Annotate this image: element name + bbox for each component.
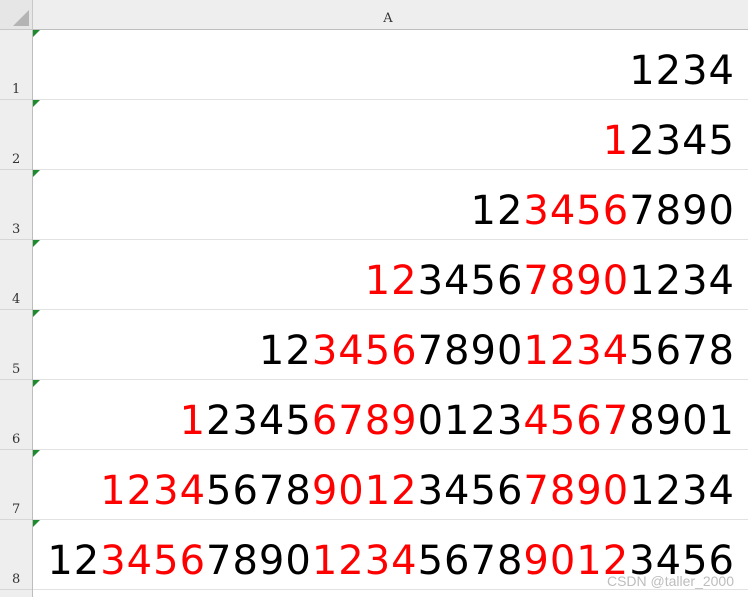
row-header-label: 1 [12,82,21,97]
cell-text-segment: 0123 [417,398,524,444]
cell-value: 123456789012345678901 [180,401,735,441]
row-header-label: 3 [12,222,21,237]
cell-a4[interactable]: 12345678901234 [33,240,748,310]
cell-text-segment: 4567 [523,398,630,444]
cell-text-segment: 8901 [629,398,735,444]
text-format-indicator-icon [33,450,40,457]
cell-text-segment: 3456 [417,258,524,304]
cell-text-segment: 1234 [629,258,735,304]
cell-grid: 1234 12345 1234567890 12345678901234 1234567… [33,30,748,597]
cell-text-segment: 6789 [311,398,418,444]
text-format-indicator-icon [33,170,40,177]
cell-text-segment: 12 [47,538,101,584]
row-header-6[interactable]: 6 [0,380,32,450]
row-header-2[interactable]: 2 [0,100,32,170]
text-format-indicator-icon [33,30,40,37]
cell-text-segment: 9012 [311,468,418,514]
row-header-8[interactable]: 8 [0,520,32,590]
cell-text-segment: 7890 [206,538,312,584]
cell-text-segment: 12 [258,328,312,374]
row-header-4[interactable]: 4 [0,240,32,310]
cell-text-segment: 1234 [629,48,735,94]
cell-text-segment: 1234 [100,468,207,514]
text-format-indicator-icon [33,310,40,317]
text-format-indicator-icon [33,380,40,387]
select-all-button[interactable] [0,0,33,30]
cell-text-segment: 3456 [417,468,524,514]
cell-text-segment: 1234 [523,328,630,374]
cell-value: 123456789012345678 [259,331,735,371]
cell-a7[interactable]: 123456789012345678901234 [33,450,748,520]
cell-value: 12345 [603,121,735,161]
watermark-text: CSDN @taller_2000 [606,573,734,589]
cell-text-segment: 2345 [206,398,312,444]
row-header-label: 6 [12,432,21,447]
row-header-7[interactable]: 7 [0,450,32,520]
cell-a2[interactable]: 12345 [33,100,748,170]
row-header-label: 4 [12,292,21,307]
row-header-label: 5 [12,362,21,377]
cell-a3[interactable]: 1234567890 [33,170,748,240]
cell-value: 1234 [629,51,735,91]
row-header-3[interactable]: 3 [0,170,32,240]
text-format-indicator-icon [33,240,40,247]
cell-text-segment: 7890 [523,258,630,304]
cell-text-segment: 12 [364,258,418,304]
text-format-indicator-icon [33,520,40,527]
cell-a5[interactable]: 123456789012345678 [33,310,748,380]
cell-text-segment: 5678 [629,328,735,374]
cell-text-segment: 7890 [417,328,524,374]
cell-text-segment: 5678 [417,538,524,584]
cell-text-segment: 1 [179,398,207,444]
cell-text-segment: 12 [470,188,524,234]
cell-text-segment: 1 [602,118,630,164]
spreadsheet: A 12345678 1234 12345 1234567890 1234567890… [0,0,748,597]
cell-text-segment: 3456 [523,188,630,234]
cell-value: 12345678901234 [365,261,735,301]
row-header-5[interactable]: 5 [0,310,32,380]
text-format-indicator-icon [33,100,40,107]
cell-a1[interactable]: 1234 [33,30,748,100]
cell-value: 123456789012345678901234 [100,471,735,511]
row-header-label: 2 [12,152,21,167]
row-headers: 1 2 3 4 5 6 7 8 [0,30,33,597]
cell-text-segment: 5678 [206,468,312,514]
cell-text-segment: 7890 [629,188,735,234]
cell-text-segment: 3456 [311,328,418,374]
row-header-1[interactable]: 1 [0,30,32,100]
column-header-a[interactable]: A [33,0,748,30]
select-all-icon [13,10,29,26]
row-header-label: 8 [12,572,21,587]
cell-value: 1234567890 [471,191,736,231]
row-header-label: 7 [12,502,21,517]
cell-text-segment: 7890 [523,468,630,514]
cell-text-segment: 1234 [629,468,735,514]
cell-a6[interactable]: 123456789012345678901 [33,380,748,450]
cell-text-segment: 3456 [100,538,207,584]
column-header-label: A [383,11,393,26]
cell-text-segment: 1234 [311,538,418,584]
cell-text-segment: 2345 [629,118,735,164]
